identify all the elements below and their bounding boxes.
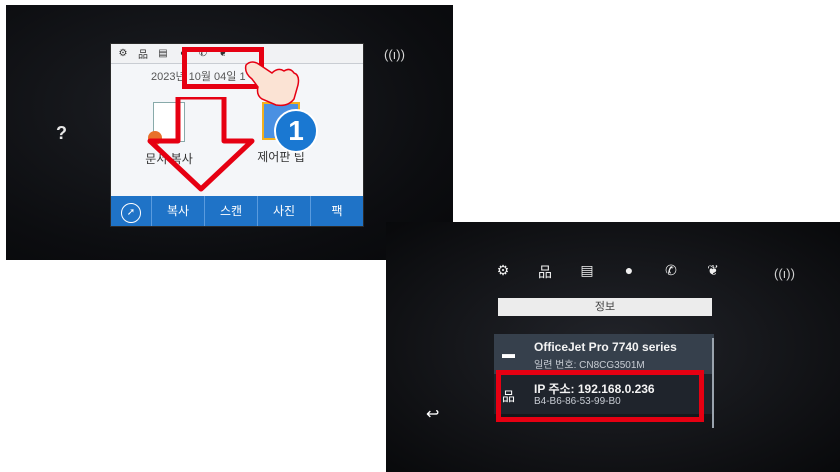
pointing-hand-icon (244, 61, 300, 107)
gear-icon[interactable]: ⚙ (494, 262, 512, 282)
printer-model: OfficeJet Pro 7740 series (534, 340, 677, 354)
home-nav-button[interactable]: ➚ (111, 196, 151, 226)
wireless-icon: ((ı)) (774, 266, 795, 281)
scrollbar[interactable] (712, 338, 714, 428)
gear-icon[interactable]: ⚙ (117, 48, 129, 59)
step-number-badge: 1 (274, 109, 318, 153)
printer-icon: ▬ (502, 346, 515, 361)
nav-fax[interactable]: 팩 (310, 196, 363, 226)
wireless-icon: ((ı)) (384, 47, 405, 62)
nav-photo[interactable]: 사진 (257, 196, 310, 226)
info-title: 정보 (498, 298, 712, 316)
serial-number: 일련 번호: CN8CG3501M (534, 360, 645, 371)
eco-icon[interactable]: ❦ (704, 262, 722, 282)
fax-icon[interactable]: ▤ (578, 262, 596, 282)
status-icon-row: ⚙ 品 ▤ ● ✆ ❦ (494, 262, 722, 282)
highlight-box (496, 370, 704, 422)
shortcut-icon: ➚ (121, 203, 141, 223)
back-icon[interactable]: ↩ (426, 404, 439, 424)
printer-panel-photo-info: ↩ ((ı)) ⚙ 品 ▤ ● ✆ ❦ 정보 ▬ OfficeJet Pro 7… (386, 222, 840, 472)
help-icon[interactable]: ? (56, 123, 67, 144)
printer-info-item[interactable]: ▬ OfficeJet Pro 7740 series 일련 번호: CN8CG… (494, 334, 714, 374)
ink-icon[interactable]: ● (620, 262, 638, 282)
fax-icon[interactable]: ▤ (157, 48, 169, 59)
nav-copy[interactable]: 복사 (151, 196, 204, 226)
network-icon[interactable]: 品 (137, 46, 149, 61)
network-icon[interactable]: 品 (536, 262, 554, 282)
phone-icon[interactable]: ✆ (662, 262, 680, 282)
nav-scan[interactable]: 스캔 (204, 196, 257, 226)
down-arrow-icon (147, 97, 255, 192)
app-nav-bar: ➚ 복사 스캔 사진 팩 (111, 196, 363, 226)
